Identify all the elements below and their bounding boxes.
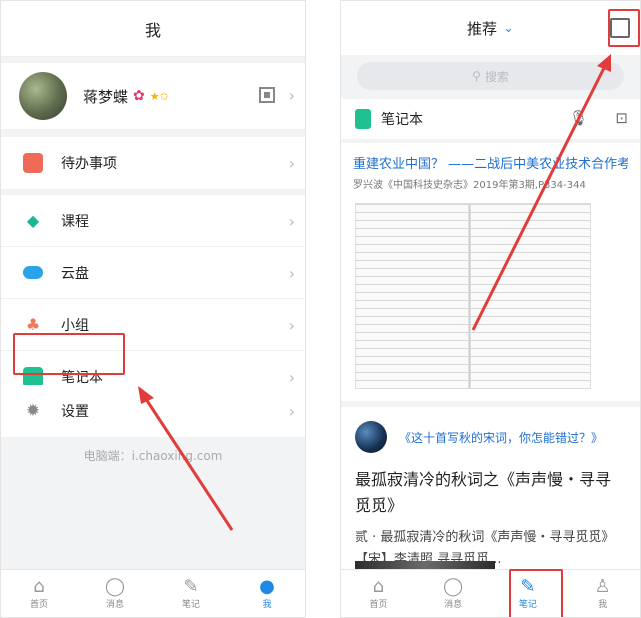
gear-icon: ✹ — [25, 401, 41, 421]
level-stars: ★✩ — [149, 89, 169, 103]
chevron-right-icon: › — [288, 154, 295, 173]
todo-group: 待办事项 › — [1, 137, 305, 189]
camera-icon[interactable]: ⊡ — [615, 109, 628, 127]
menu-item-cloud[interactable]: 云盘 › — [1, 247, 305, 299]
search-input[interactable]: ⚲ 搜索 — [357, 62, 624, 90]
notebook-label: 笔记本 — [381, 112, 423, 128]
qr-code-icon[interactable] — [259, 87, 275, 103]
tab-home[interactable]: ⌂ 首页 — [341, 570, 416, 617]
menu-item-label: 小组 — [61, 317, 89, 334]
tab-message[interactable]: ◯ 消息 — [77, 570, 153, 617]
home-icon: ⌂ — [372, 576, 385, 597]
feed-title[interactable]: 推荐 — [467, 18, 497, 39]
notebook-highlight-box — [13, 333, 125, 375]
microphone-icon[interactable]: 🎙 — [569, 109, 588, 127]
menu-item-course[interactable]: ◆ 课程 › — [1, 195, 305, 247]
user-name: 蒋梦蝶 — [83, 87, 129, 106]
page-title: 我 — [1, 1, 305, 57]
settings-group: ✹ 设置 › — [1, 385, 305, 437]
home-icon: ⌂ — [33, 576, 45, 597]
message-icon: ◯ — [443, 576, 464, 597]
message-icon: ◯ — [104, 576, 126, 597]
notebook-icon — [355, 109, 371, 129]
profile-row[interactable]: 蒋梦蝶 ✿ ★✩ › — [1, 63, 305, 129]
user-icon: ♙ — [594, 576, 611, 597]
note-icon: ✎ — [183, 576, 199, 597]
bottom-tabbar: ⌂ 首页 ◯ 消息 ✎ 笔记 ♙ 我 — [341, 569, 640, 617]
search-placeholder: 搜索 — [484, 69, 509, 84]
todo-icon — [23, 153, 43, 173]
chevron-right-icon: › — [288, 316, 295, 335]
cloud-icon — [23, 266, 43, 279]
flower-badge-icon: ✿ — [133, 88, 145, 104]
document-thumbnail — [355, 203, 591, 389]
article-source: 罗兴波《中国科技史杂志》2019年第3期,P334-344 — [353, 180, 586, 191]
search-icon: ⚲ — [472, 69, 481, 83]
notes-screen: 推荐 ⌄ ⚲ 搜索 笔记本 🎙 ⊡ 重建农业中国？ ——二战后中美农业技术合作考… — [340, 0, 641, 618]
note-quote: 《这十首写秋的宋词，你怎能错过？》 — [399, 430, 604, 445]
article-card[interactable]: 重建农业中国？ ——二战后中美农业技术合作考察… 罗兴波《中国科技史杂志》201… — [341, 143, 640, 401]
menu-item-label: 云盘 — [61, 265, 89, 282]
chevron-right-icon: › — [288, 86, 295, 105]
menu-item-label: 设置 — [61, 404, 89, 420]
tab-message[interactable]: ◯ 消息 — [416, 570, 491, 617]
group-icon: ♣ — [25, 315, 41, 334]
chevron-right-icon: › — [288, 402, 295, 421]
notebook-row[interactable]: 笔记本 🎙 ⊡ — [341, 99, 640, 139]
chevron-right-icon: › — [288, 264, 295, 283]
desktop-url-hint: 电脑端：i.chaoxing.com — [83, 449, 223, 463]
menu-item-settings[interactable]: ✹ 设置 › — [1, 385, 305, 437]
author-avatar — [355, 421, 387, 453]
me-screen: 我 蒋梦蝶 ✿ ★✩ › 待办事项 › ◆ 课程 › 云盘 › ♣ 小组 › 笔… — [0, 0, 306, 618]
bottom-tabbar: ⌂ 首页 ◯ 消息 ✎ 笔记 ● 我 — [1, 569, 305, 617]
top-bar: 推荐 ⌄ — [341, 1, 640, 55]
avatar — [19, 72, 67, 120]
tab-me[interactable]: ● 我 — [229, 570, 305, 617]
menu-item-label: 课程 — [61, 213, 89, 230]
menu-item-label: 待办事项 — [61, 156, 117, 172]
graduation-cap-icon: ◆ — [26, 211, 40, 230]
edit-highlight-box — [608, 9, 640, 47]
article-title: 重建农业中国？ ——二战后中美农业技术合作考察… — [353, 157, 628, 172]
tab-home[interactable]: ⌂ 首页 — [1, 570, 77, 617]
note-tab-highlight-box — [509, 569, 563, 617]
tab-note[interactable]: ✎ 笔记 — [153, 570, 229, 617]
note-title: 最孤寂清冷的秋词之《声声慢・寻寻觅觅》 — [355, 470, 612, 515]
menu-item-todo[interactable]: 待办事项 › — [1, 137, 305, 189]
user-icon: ● — [259, 576, 275, 597]
chevron-right-icon: › — [288, 212, 295, 231]
chevron-down-icon[interactable]: ⌄ — [503, 21, 514, 36]
tab-me[interactable]: ♙ 我 — [565, 570, 640, 617]
